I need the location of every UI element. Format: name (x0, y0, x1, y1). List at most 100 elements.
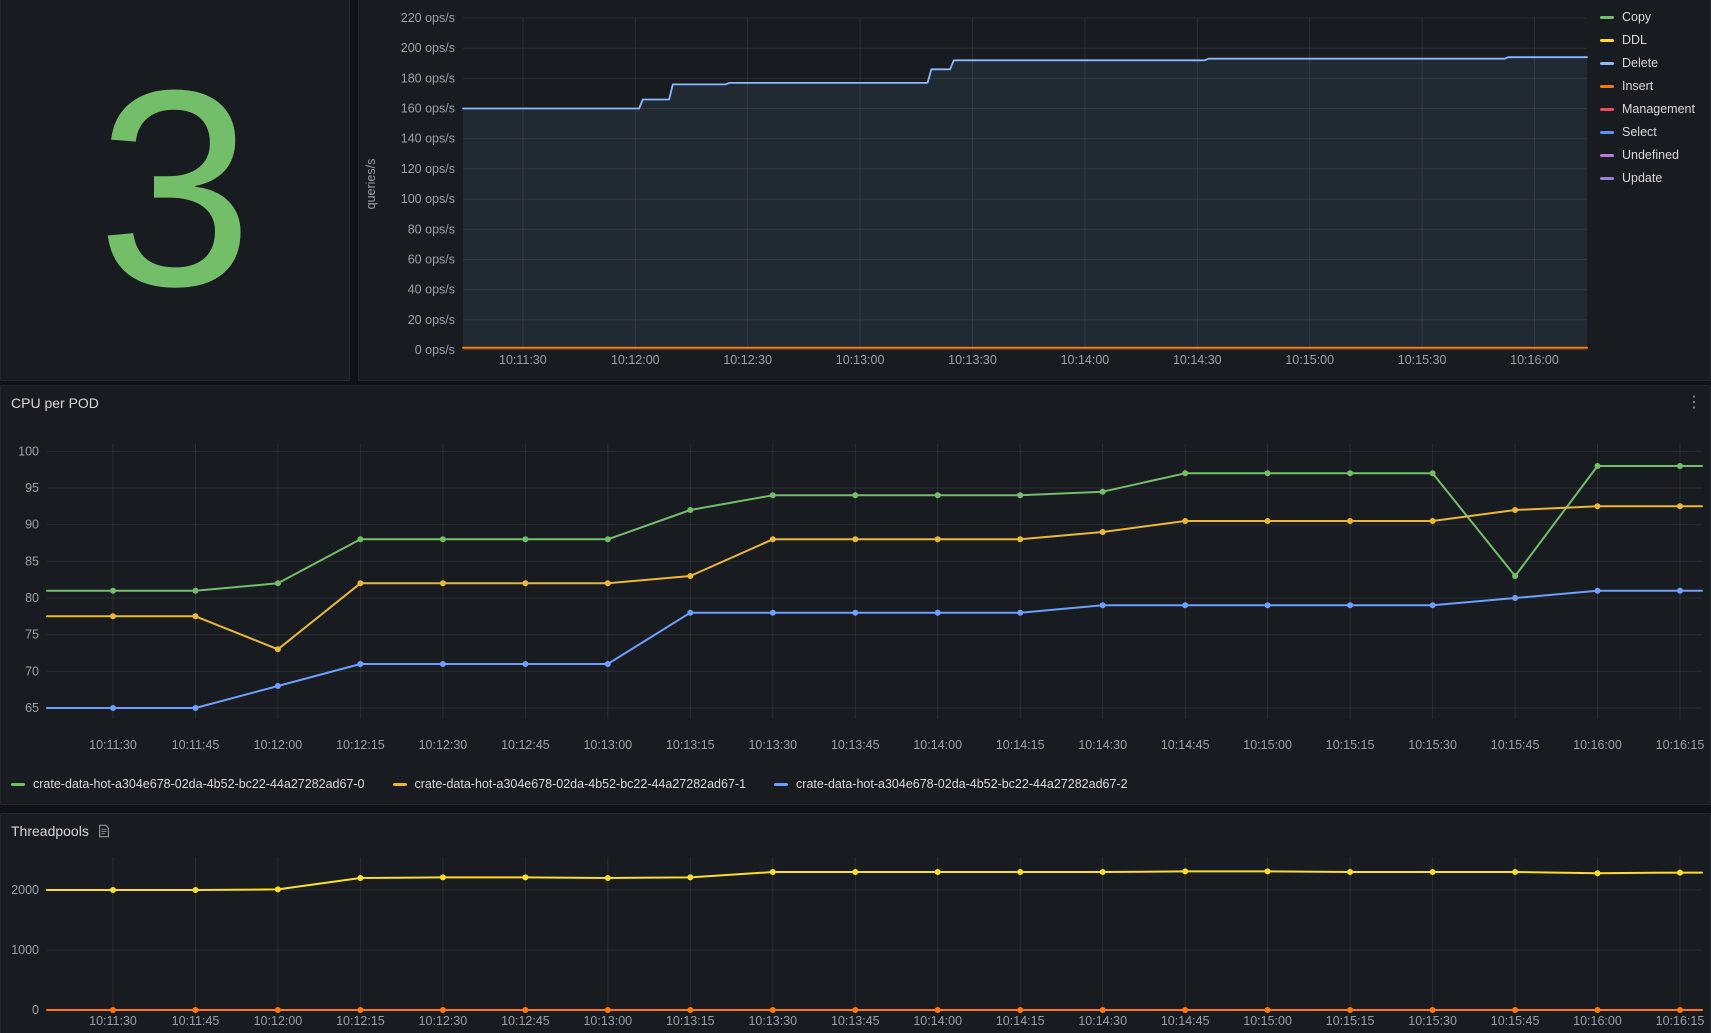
legend-item-ddl[interactable]: DDL (1600, 33, 1706, 47)
svg-text:10:13:15: 10:13:15 (666, 1014, 715, 1028)
legend-series-swatch (1600, 177, 1614, 180)
stat-panel: 3 (0, 0, 350, 381)
threadpools-panel-header: Threadpools (1, 814, 1710, 848)
svg-text:10:12:30: 10:12:30 (419, 738, 468, 752)
svg-text:1000: 1000 (11, 943, 39, 957)
svg-text:10:11:45: 10:11:45 (172, 738, 220, 752)
legend-series-swatch (1600, 16, 1614, 19)
svg-text:10:15:45: 10:15:45 (1491, 738, 1540, 752)
cpu-legend: crate-data-hot-a304e678-02da-4b52-bc22-4… (1, 770, 1710, 791)
svg-text:180 ops/s: 180 ops/s (401, 71, 455, 85)
svg-text:100 ops/s: 100 ops/s (401, 192, 455, 206)
svg-text:10:14:15: 10:14:15 (996, 738, 1045, 752)
svg-text:100: 100 (18, 444, 39, 458)
legend-series-swatch (1600, 85, 1614, 88)
svg-text:10:16:15: 10:16:15 (1656, 1014, 1705, 1028)
svg-text:10:16:00: 10:16:00 (1510, 353, 1559, 367)
legend-item-delete[interactable]: Delete (1600, 56, 1706, 70)
svg-text:220 ops/s: 220 ops/s (401, 11, 455, 25)
legend-item-undefined[interactable]: Undefined (1600, 148, 1706, 162)
legend-series-label: crate-data-hot-a304e678-02da-4b52-bc22-4… (415, 777, 747, 791)
legend-item-crate-data-hot-a304e678-02da-4b52-bc22-44a27282ad67-1[interactable]: crate-data-hot-a304e678-02da-4b52-bc22-4… (393, 777, 747, 791)
legend-item-select[interactable]: Select (1600, 125, 1706, 139)
svg-text:10:11:30: 10:11:30 (89, 738, 137, 752)
legend-series-label: Update (1622, 171, 1662, 185)
svg-text:10:11:30: 10:11:30 (89, 1014, 137, 1028)
svg-text:90: 90 (25, 518, 39, 532)
legend-item-copy[interactable]: Copy (1600, 10, 1706, 24)
svg-text:20 ops/s: 20 ops/s (408, 313, 455, 327)
cpu-chart[interactable]: 1009590858075706510:11:3010:11:4510:12:0… (1, 420, 1710, 770)
legend-item-crate-data-hot-a304e678-02da-4b52-bc22-44a27282ad67-2[interactable]: crate-data-hot-a304e678-02da-4b52-bc22-4… (774, 777, 1128, 791)
threadpools-chart[interactable]: 20001000010:11:3010:11:4510:12:0010:12:1… (1, 848, 1710, 1033)
svg-text:85: 85 (25, 554, 39, 568)
legend-item-update[interactable]: Update (1600, 171, 1706, 185)
threadpools-panel-title[interactable]: Threadpools (11, 823, 89, 839)
series-crate-data-hot-a304e678-02da-4b52-bc22-44a27282ad67-2 (47, 588, 1702, 711)
svg-text:10:14:00: 10:14:00 (913, 1014, 962, 1028)
panel-menu-icon[interactable]: ⋮ (1686, 395, 1702, 411)
legend-series-label: Select (1622, 125, 1657, 139)
threadpools-panel: Threadpools 20001000010:11:3010:11:4510:… (0, 813, 1711, 1033)
svg-text:0: 0 (32, 1003, 39, 1017)
legend-item-insert[interactable]: Insert (1600, 79, 1706, 93)
stat-value: 3 (97, 49, 253, 329)
svg-text:10:12:15: 10:12:15 (336, 738, 385, 752)
svg-text:75: 75 (25, 628, 39, 642)
legend-series-label: Undefined (1622, 148, 1679, 162)
svg-text:10:12:30: 10:12:30 (723, 353, 772, 367)
svg-text:140 ops/s: 140 ops/s (401, 132, 455, 146)
legend-series-swatch (393, 783, 407, 786)
legend-series-label: Insert (1622, 79, 1653, 93)
svg-text:70: 70 (25, 664, 39, 678)
legend-series-label: crate-data-hot-a304e678-02da-4b52-bc22-4… (33, 777, 365, 791)
legend-item-management[interactable]: Management (1600, 102, 1706, 116)
panel-description-icon[interactable] (97, 824, 111, 838)
legend-series-swatch (1600, 154, 1614, 157)
series-yellow-series (47, 868, 1702, 893)
cpu-panel: CPU per POD ⋮ 1009590858075706510:11:301… (0, 385, 1711, 805)
queries-panel: 220 ops/s200 ops/s180 ops/s160 ops/s140 … (358, 0, 1711, 381)
svg-text:10:12:30: 10:12:30 (419, 1014, 468, 1028)
svg-text:10:16:15: 10:16:15 (1656, 738, 1705, 752)
series-crate-data-hot-a304e678-02da-4b52-bc22-44a27282ad67-0 (47, 463, 1702, 594)
svg-text:10:14:45: 10:14:45 (1161, 1014, 1210, 1028)
svg-text:10:15:30: 10:15:30 (1408, 738, 1457, 752)
svg-text:10:14:15: 10:14:15 (996, 1014, 1045, 1028)
queries-chart[interactable]: 220 ops/s200 ops/s180 ops/s160 ops/s140 … (359, 0, 1594, 378)
legend-series-swatch (774, 783, 788, 786)
svg-text:queries/s: queries/s (364, 159, 378, 210)
svg-text:10:12:45: 10:12:45 (501, 1014, 550, 1028)
svg-text:10:13:45: 10:13:45 (831, 738, 880, 752)
svg-text:10:12:00: 10:12:00 (254, 738, 303, 752)
svg-text:10:15:15: 10:15:15 (1326, 738, 1375, 752)
svg-text:10:13:00: 10:13:00 (583, 1014, 632, 1028)
queries-chart-row: 220 ops/s200 ops/s180 ops/s160 ops/s140 … (359, 0, 1710, 380)
legend-series-label: Copy (1622, 10, 1651, 24)
svg-text:2000: 2000 (11, 883, 39, 897)
svg-text:10:15:00: 10:15:00 (1285, 353, 1334, 367)
svg-text:10:13:00: 10:13:00 (583, 738, 632, 752)
svg-text:10:15:30: 10:15:30 (1398, 353, 1447, 367)
svg-text:0 ops/s: 0 ops/s (415, 343, 455, 357)
svg-text:95: 95 (25, 481, 39, 495)
series-Delete (463, 57, 1587, 350)
svg-text:120 ops/s: 120 ops/s (401, 162, 455, 176)
cpu-panel-title[interactable]: CPU per POD (11, 395, 99, 411)
legend-series-label: Delete (1622, 56, 1658, 70)
legend-series-label: Management (1622, 102, 1695, 116)
legend-series-label: crate-data-hot-a304e678-02da-4b52-bc22-4… (796, 777, 1128, 791)
svg-text:10:15:45: 10:15:45 (1491, 1014, 1540, 1028)
legend-series-swatch (11, 783, 25, 786)
svg-text:10:15:30: 10:15:30 (1408, 1014, 1457, 1028)
svg-text:10:14:45: 10:14:45 (1161, 738, 1210, 752)
svg-text:10:13:30: 10:13:30 (948, 353, 997, 367)
svg-text:10:15:15: 10:15:15 (1326, 1014, 1375, 1028)
svg-text:10:12:45: 10:12:45 (501, 738, 550, 752)
legend-item-crate-data-hot-a304e678-02da-4b52-bc22-44a27282ad67-0[interactable]: crate-data-hot-a304e678-02da-4b52-bc22-4… (11, 777, 365, 791)
svg-text:10:14:30: 10:14:30 (1173, 353, 1222, 367)
svg-text:200 ops/s: 200 ops/s (401, 41, 455, 55)
svg-text:10:13:00: 10:13:00 (836, 353, 885, 367)
svg-text:10:13:30: 10:13:30 (748, 738, 797, 752)
legend-series-swatch (1600, 131, 1614, 134)
